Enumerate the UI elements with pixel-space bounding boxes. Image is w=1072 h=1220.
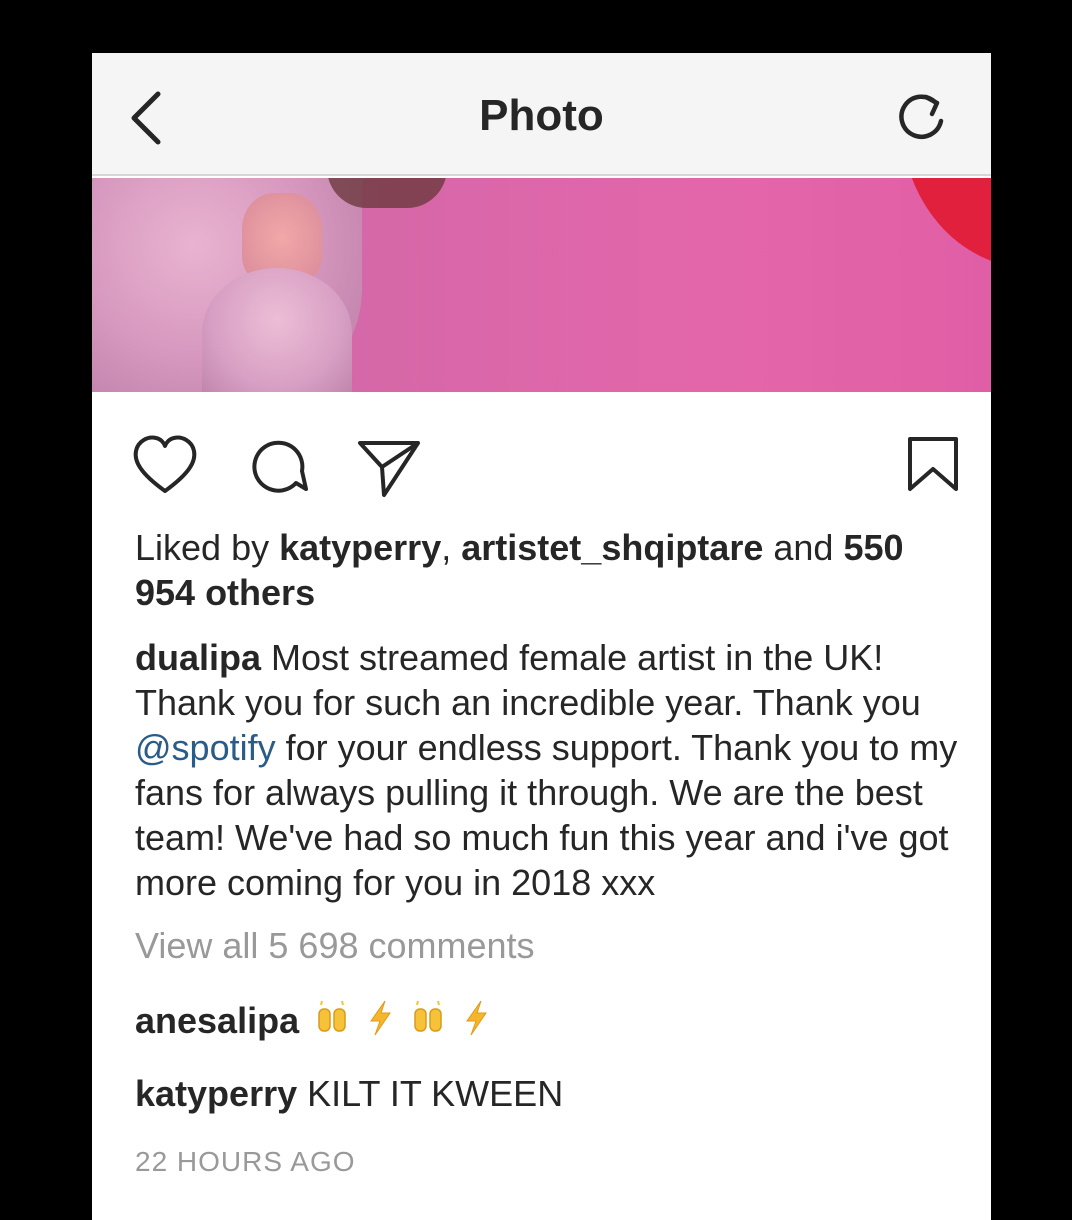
bookmark-icon <box>908 437 958 491</box>
refresh-button[interactable] <box>892 87 952 147</box>
caption-author[interactable]: dualipa <box>135 637 261 678</box>
refresh-icon <box>899 94 944 139</box>
view-all-comments-link[interactable]: View all 5 698 comments <box>135 923 965 968</box>
liker-katyperry[interactable]: katyperry <box>279 527 441 568</box>
likes-text: Liked by katyperry, artistet_shqiptare a… <box>135 525 965 615</box>
page-title: Photo <box>479 91 604 140</box>
heart-icon <box>133 435 197 493</box>
raising-hands-emoji <box>409 999 447 1047</box>
mention-spotify[interactable]: @spotify <box>135 727 276 768</box>
comment-icon <box>252 440 308 493</box>
comment-item: anesalipa <box>135 998 965 1047</box>
comment-text: KILT IT KWEEN <box>307 1073 564 1115</box>
share-button[interactable] <box>354 431 424 501</box>
likes-joiner: and <box>773 527 834 568</box>
lightning-emoji <box>365 999 395 1047</box>
bookmark-button[interactable] <box>898 431 968 501</box>
photo-red-shape <box>901 178 991 268</box>
nav-bar: Photo <box>92 53 991 176</box>
action-bar <box>92 431 991 501</box>
comment-author[interactable]: anesalipa <box>135 1000 299 1041</box>
likes-separator: , <box>441 527 452 568</box>
share-icon <box>358 441 420 497</box>
comment-author[interactable]: katyperry <box>135 1073 297 1114</box>
comment-item: katyperry KILT IT KWEEN <box>135 1071 965 1116</box>
phone-screen: Photo Liked by katyperry, artistet_shqip… <box>92 53 991 1220</box>
comment-button[interactable] <box>244 431 314 501</box>
post-timestamp: 22 HOURS AGO <box>135 1146 356 1178</box>
photo-sleeve <box>202 268 352 392</box>
post-content: Liked by katyperry, artistet_shqiptare a… <box>135 525 965 1178</box>
like-button[interactable] <box>130 431 200 501</box>
likes-prefix: Liked by <box>135 527 270 568</box>
liker-artistet-shqiptare[interactable]: artistet_shqiptare <box>461 527 763 568</box>
post-photo[interactable] <box>92 178 991 392</box>
lightning-emoji <box>461 999 491 1047</box>
raising-hands-emoji <box>313 999 351 1047</box>
post-caption: dualipa Most streamed female artist in t… <box>135 635 965 905</box>
